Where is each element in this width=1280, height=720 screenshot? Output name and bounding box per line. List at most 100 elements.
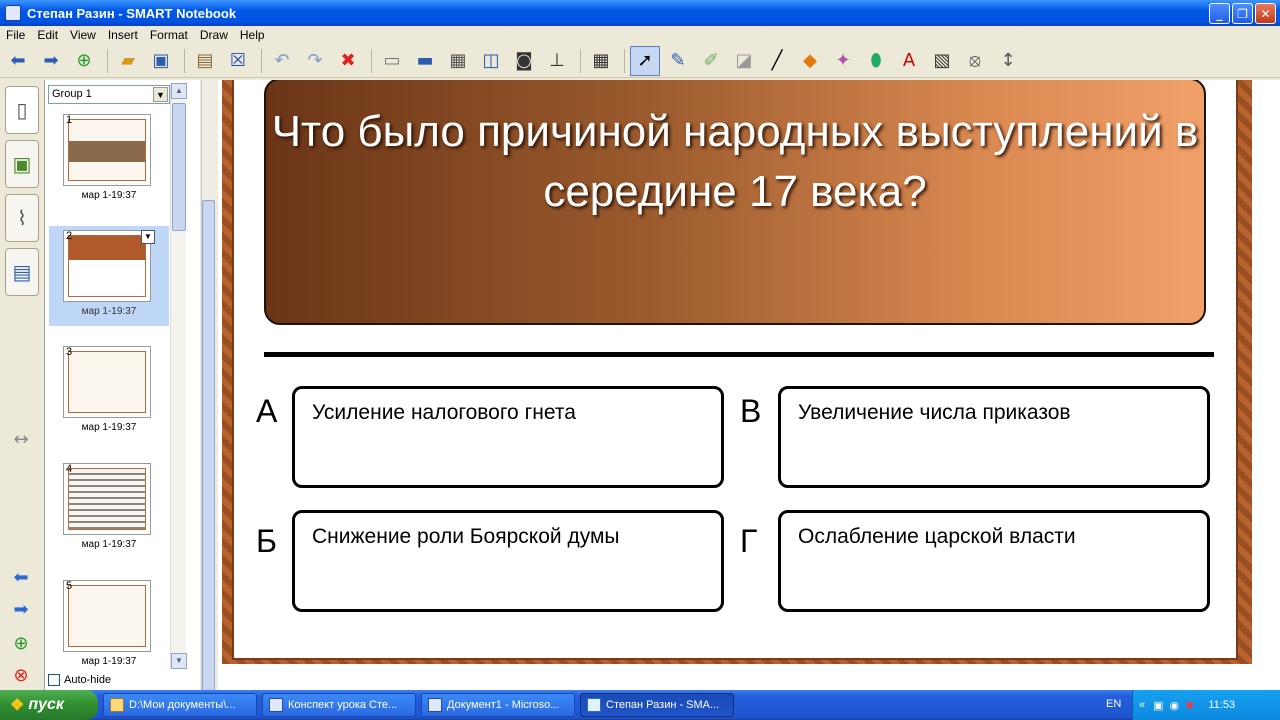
thumbnail-date: мар 1-19:37 xyxy=(81,656,137,667)
menu-edit[interactable]: Edit xyxy=(31,28,64,42)
page-scrollbar[interactable] xyxy=(200,80,218,720)
auto-hide-option[interactable]: Auto-hide xyxy=(48,674,111,686)
save-icon[interactable]: ▣ xyxy=(146,46,176,76)
page-thumbnail-2[interactable]: 2 ▼ мар 1-19:37 xyxy=(49,226,169,326)
open-folder-icon[interactable]: ▰ xyxy=(113,46,143,76)
properties-tab[interactable]: ▤ xyxy=(5,248,39,296)
eraser-icon[interactable]: ◪ xyxy=(729,46,759,76)
group-dropdown[interactable]: Group 1 ▼ xyxy=(48,85,170,104)
text-icon[interactable]: A xyxy=(894,46,924,76)
taskbar-item-word-2[interactable]: Документ1 - Microso... xyxy=(421,693,575,717)
smart-notebook-icon xyxy=(587,698,601,712)
gallery-tab[interactable]: ▣ xyxy=(5,140,39,188)
menu-file[interactable]: File xyxy=(0,28,31,42)
next-page-icon[interactable]: ➡ xyxy=(6,598,36,620)
volume-icon[interactable]: ◉ xyxy=(1170,699,1180,712)
language-indicator[interactable]: EN xyxy=(1106,698,1121,710)
chevron-down-icon[interactable]: ▼ xyxy=(153,87,168,102)
previous-page-icon[interactable]: ⬅ xyxy=(6,566,36,588)
document-camera-icon[interactable]: ⊥ xyxy=(542,46,572,76)
thumbnail-date: мар 1-19:37 xyxy=(81,190,137,201)
option-box[interactable]: Усиление налогового гнета xyxy=(292,386,724,488)
magic-pen-icon[interactable]: ✦ xyxy=(828,46,858,76)
title-bar: Степан Разин - SMART Notebook _ ❐ ✕ xyxy=(0,0,1280,26)
creative-pen-icon[interactable]: ✐ xyxy=(696,46,726,76)
scroll-down-icon[interactable]: ▼ xyxy=(171,653,187,669)
thumbnail-number: 3 xyxy=(66,346,73,358)
select-icon[interactable]: ➚ xyxy=(630,45,660,76)
start-button[interactable]: ❖ пуск xyxy=(0,690,98,720)
delete-icon[interactable]: ✖ xyxy=(333,46,363,76)
page-sorter: Group 1 ▼ 1 мар 1-19:37 2 ▼ мар 1-19:37 … xyxy=(44,80,200,690)
table-icon[interactable]: ▦ xyxy=(586,46,616,76)
back-arrow-icon[interactable]: ⬅ xyxy=(3,46,33,76)
folder-icon xyxy=(110,698,124,712)
full-screen-icon[interactable]: ▬ xyxy=(410,46,440,76)
menu-format[interactable]: Format xyxy=(144,28,194,42)
question-box[interactable]: Что было причиной народных выступлений в… xyxy=(264,80,1206,325)
word-icon xyxy=(428,698,442,712)
task-label: Документ1 - Microso... xyxy=(447,699,560,711)
move-toolbar-icon[interactable]: ↕ xyxy=(993,46,1023,76)
dual-page-icon[interactable]: ◫ xyxy=(476,46,506,76)
system-tray: « ▣ ◉ ✖ 11:53 xyxy=(1132,690,1280,720)
menu-view[interactable]: View xyxy=(64,28,102,42)
notebook-canvas[interactable]: Что было причиной народных выступлений в… xyxy=(218,80,1280,690)
attachments-tab[interactable]: ⌇ xyxy=(5,194,39,242)
redo-icon[interactable]: ↷ xyxy=(300,46,330,76)
page-thumbnail-4[interactable]: 4 мар 1-19:37 xyxy=(49,459,169,559)
resize-arrows-icon[interactable]: ↔ xyxy=(6,428,36,450)
antivirus-icon[interactable]: ✖ xyxy=(1185,699,1194,712)
undo-icon[interactable]: ↶ xyxy=(267,46,297,76)
measurement-tools-icon[interactable]: ⦻ xyxy=(960,46,990,76)
page-thumbnail-3[interactable]: 3 мар 1-19:37 xyxy=(49,342,169,442)
network-icon[interactable]: ▣ xyxy=(1153,699,1163,712)
scroll-up-icon[interactable]: ▲ xyxy=(171,83,187,99)
scroll-thumb[interactable] xyxy=(202,200,215,720)
option-box[interactable]: Ослабление царской власти xyxy=(778,510,1210,612)
menu-help[interactable]: Help xyxy=(234,28,271,42)
minimize-button[interactable]: _ xyxy=(1209,3,1230,24)
taskbar: ❖ пуск D:\Мои документы\... Конспект уро… xyxy=(0,690,1280,720)
screen-capture-icon[interactable]: ◙ xyxy=(509,46,539,76)
tray-expand-icon[interactable]: « xyxy=(1139,699,1145,711)
taskbar-item-folder[interactable]: D:\Мои документы\... xyxy=(103,693,257,717)
toolbar-separator xyxy=(261,48,262,73)
paste-icon[interactable]: ▤ xyxy=(190,46,220,76)
delete-page-icon[interactable]: ☒ xyxy=(223,46,253,76)
thumbnail-date: мар 1-19:37 xyxy=(81,306,137,317)
shapes-icon[interactable]: ◆ xyxy=(795,46,825,76)
taskbar-item-word-1[interactable]: Конспект урока Сте... xyxy=(262,693,416,717)
thumbnail-date: мар 1-19:37 xyxy=(81,539,137,550)
sorter-scrollbar[interactable]: ▲ ▼ xyxy=(170,83,187,669)
menu-insert[interactable]: Insert xyxy=(102,28,144,42)
scroll-thumb[interactable] xyxy=(172,103,186,231)
task-label: Конспект урока Сте... xyxy=(288,699,398,711)
menu-draw[interactable]: Draw xyxy=(194,28,234,42)
close-button[interactable]: ✕ xyxy=(1255,3,1276,24)
transparent-background-icon[interactable]: ▦ xyxy=(443,46,473,76)
clock[interactable]: 11:53 xyxy=(1208,699,1235,711)
page-thumbnail-1[interactable]: 1 мар 1-19:37 xyxy=(49,110,169,210)
slide-page[interactable]: Что было причиной народных выступлений в… xyxy=(232,80,1238,660)
windows-logo-icon: ❖ xyxy=(10,697,25,714)
start-label: пуск xyxy=(28,696,65,713)
maximize-button[interactable]: ❐ xyxy=(1232,3,1253,24)
option-box[interactable]: Увеличение числа приказов xyxy=(778,386,1210,488)
line-icon[interactable]: ╱ xyxy=(762,46,792,76)
option-box[interactable]: Снижение роли Боярской думы xyxy=(292,510,724,612)
properties-icon[interactable]: ▧ xyxy=(927,46,957,76)
add-page-icon[interactable]: ⊕ xyxy=(69,46,99,76)
screen-shade-icon[interactable]: ▭ xyxy=(377,46,407,76)
pen-icon[interactable]: ✎ xyxy=(663,46,693,76)
delete-page-icon[interactable]: ⊗ xyxy=(6,664,36,686)
add-page-icon[interactable]: ⊕ xyxy=(6,632,36,654)
auto-hide-checkbox[interactable] xyxy=(48,674,60,686)
page-sorter-tab[interactable]: ▯ xyxy=(5,86,39,134)
page-thumbnail-5[interactable]: 5 мар 1-19:37 xyxy=(49,576,169,676)
thumbnail-number: 1 xyxy=(66,114,73,126)
thumbnail-menu-icon[interactable]: ▼ xyxy=(141,230,155,244)
taskbar-item-smart-notebook[interactable]: Степан Разин - SMA... xyxy=(580,693,734,717)
fill-icon[interactable]: ⬮ xyxy=(861,46,891,76)
forward-arrow-icon[interactable]: ➡ xyxy=(36,46,66,76)
